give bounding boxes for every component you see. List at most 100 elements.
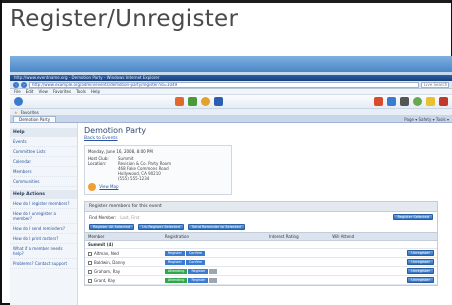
feed-icon[interactable] [174,97,184,106]
confirm-button[interactable]: Confirm [185,260,206,265]
tool-yellow-icon[interactable] [426,97,435,106]
col-registration: Registration [161,232,267,241]
section-row: Summit (4) [85,240,437,249]
member-name[interactable]: Altman, Ned [94,251,119,256]
tab-row: Demotion Party Page ▾ Safety ▾ Tools ▾ [10,116,452,123]
menu-help[interactable]: Help [91,89,100,94]
sidebar-help-item[interactable]: How do I unregister a member? [10,209,77,224]
member-name[interactable]: Baldwin, Danny [94,260,125,265]
favorites-label[interactable]: Favorites [21,110,39,115]
menu-favorites[interactable]: Favorites [53,89,71,94]
facebook-icon[interactable] [213,97,223,106]
toolbar [10,95,452,109]
attend-cell [329,266,379,276]
registration-cell: Register Confirm [161,248,267,258]
register-selected-button[interactable]: Register Selected [393,214,433,220]
tool-green-icon[interactable] [187,97,197,106]
sidebar-item-committee[interactable]: Committee Lists [10,147,77,157]
extra-pill[interactable] [209,269,217,274]
tab-tools[interactable]: Page ▾ Safety ▾ Tools ▾ [404,117,452,122]
tab-demotion-party[interactable]: Demotion Party [13,116,57,122]
fav-star-icon[interactable]: ★ [14,110,18,115]
slide-title: Register/Unregister [10,6,239,32]
unregister-button[interactable]: Unregister [407,277,434,283]
action-cell: Unregister [378,248,437,258]
favorites-bar: ★ Favorites [10,109,452,116]
menu-view[interactable]: View [38,89,48,94]
interest-cell [266,248,330,258]
extra-pill[interactable] [209,278,217,283]
blue-band [10,56,452,73]
view-map-link[interactable]: View Map [99,184,118,189]
unregister-button[interactable]: Unregister [407,259,434,265]
status-button[interactable]: Register [164,251,185,256]
interest-cell [266,266,330,276]
search-input[interactable]: Live Search [421,81,449,88]
main-panel: Demotion Party Back to Events Monday, Ju… [78,123,452,305]
menu-file[interactable]: File [14,89,21,94]
tool-flag-icon[interactable] [439,97,448,106]
registration-panel-heading: Register members for this event [85,202,437,212]
address-input[interactable]: http://www.example.org/admin/events/demo… [29,81,419,88]
back-icon[interactable]: ‹ [13,81,19,88]
unregister-button[interactable]: Unregister [407,268,434,274]
col-interest: Interest Rating [266,232,330,241]
register-all-button[interactable]: Register All Selected [89,224,135,230]
favorites-star-icon[interactable] [200,97,210,106]
sidebar-help-item[interactable]: How do I send reminders? [10,224,77,234]
row-checkbox[interactable] [88,260,92,265]
table-row: Baldwin, Danny Register Confirm Unregiste… [85,257,437,267]
page-content: Help Events Committee Lists Calendar Mem… [10,123,452,305]
col-attend: Will Attend [329,232,379,241]
unregister-selected-button[interactable]: Un-Register Selected [138,224,184,230]
print-icon[interactable] [400,97,409,106]
filter-input[interactable]: Last, First [120,215,139,220]
registration-panel: Register members for this event Find Mem… [84,201,438,286]
confirm-button[interactable]: Confirm [185,251,206,256]
event-info-box: Monday, June 16, 2008, 8:00 PM Host Club… [84,145,232,195]
interest-cell [266,275,330,285]
sidebar-heading-help: Help [10,128,77,137]
attend-cell [329,275,379,285]
sidebar-heading-help-actions: Help Actions [10,190,77,199]
forward-icon[interactable]: › [21,81,27,88]
col-actions [378,232,437,241]
confirm-button[interactable]: Register [188,278,209,283]
tool-red-icon[interactable] [374,97,383,106]
sidebar-help-item[interactable]: How do I register members? [10,199,77,209]
registration-table: Member Registration Interest Rating Will… [85,232,437,285]
sidebar-help-item[interactable]: What if a member needs help? [10,244,77,259]
back-link[interactable]: Back to Events [84,136,446,141]
row-checkbox[interactable] [88,269,92,274]
unregister-button[interactable]: Unregister [407,250,434,256]
interest-cell [266,257,330,267]
tool-blue-icon[interactable] [387,97,396,106]
member-cell: Altman, Ned [85,248,162,258]
status-button[interactable]: Register [164,260,185,265]
action-cell: Unregister [378,266,437,276]
menu-tools[interactable]: Tools [76,89,86,94]
table-row: Graham, Ray Attending Register Unregister [85,266,437,276]
action-cell: Unregister [378,257,437,267]
browser-window: http://www.eventname.org - Demotion Part… [10,75,452,305]
sidebar-help-item[interactable]: Problems? Contact support [10,259,77,269]
row-checkbox[interactable] [88,278,92,283]
sidebar-item-communities[interactable]: Communities [10,177,77,187]
confirm-button[interactable]: Register [188,269,209,274]
status-button[interactable]: Attending [164,269,188,274]
tool-globe-icon[interactable] [413,97,422,106]
attend-cell [329,257,379,267]
map-row: View Map [88,183,228,191]
filter-label: Find Member: [89,214,117,220]
row-checkbox[interactable] [88,251,92,256]
menu-edit[interactable]: Edit [26,89,34,94]
member-name[interactable]: Graham, Ray [94,269,120,274]
home-icon[interactable] [14,97,23,106]
sidebar-item-calendar[interactable]: Calendar [10,157,77,167]
send-reminder-button[interactable]: Send Reminder to Selected [187,224,245,230]
status-button[interactable]: Attending [164,278,188,283]
sidebar-item-events[interactable]: Events [10,137,77,147]
sidebar-help-item[interactable]: How do I print rosters? [10,234,77,244]
member-name[interactable]: Grant, Kay [94,278,115,283]
sidebar-item-members[interactable]: Members [10,167,77,177]
